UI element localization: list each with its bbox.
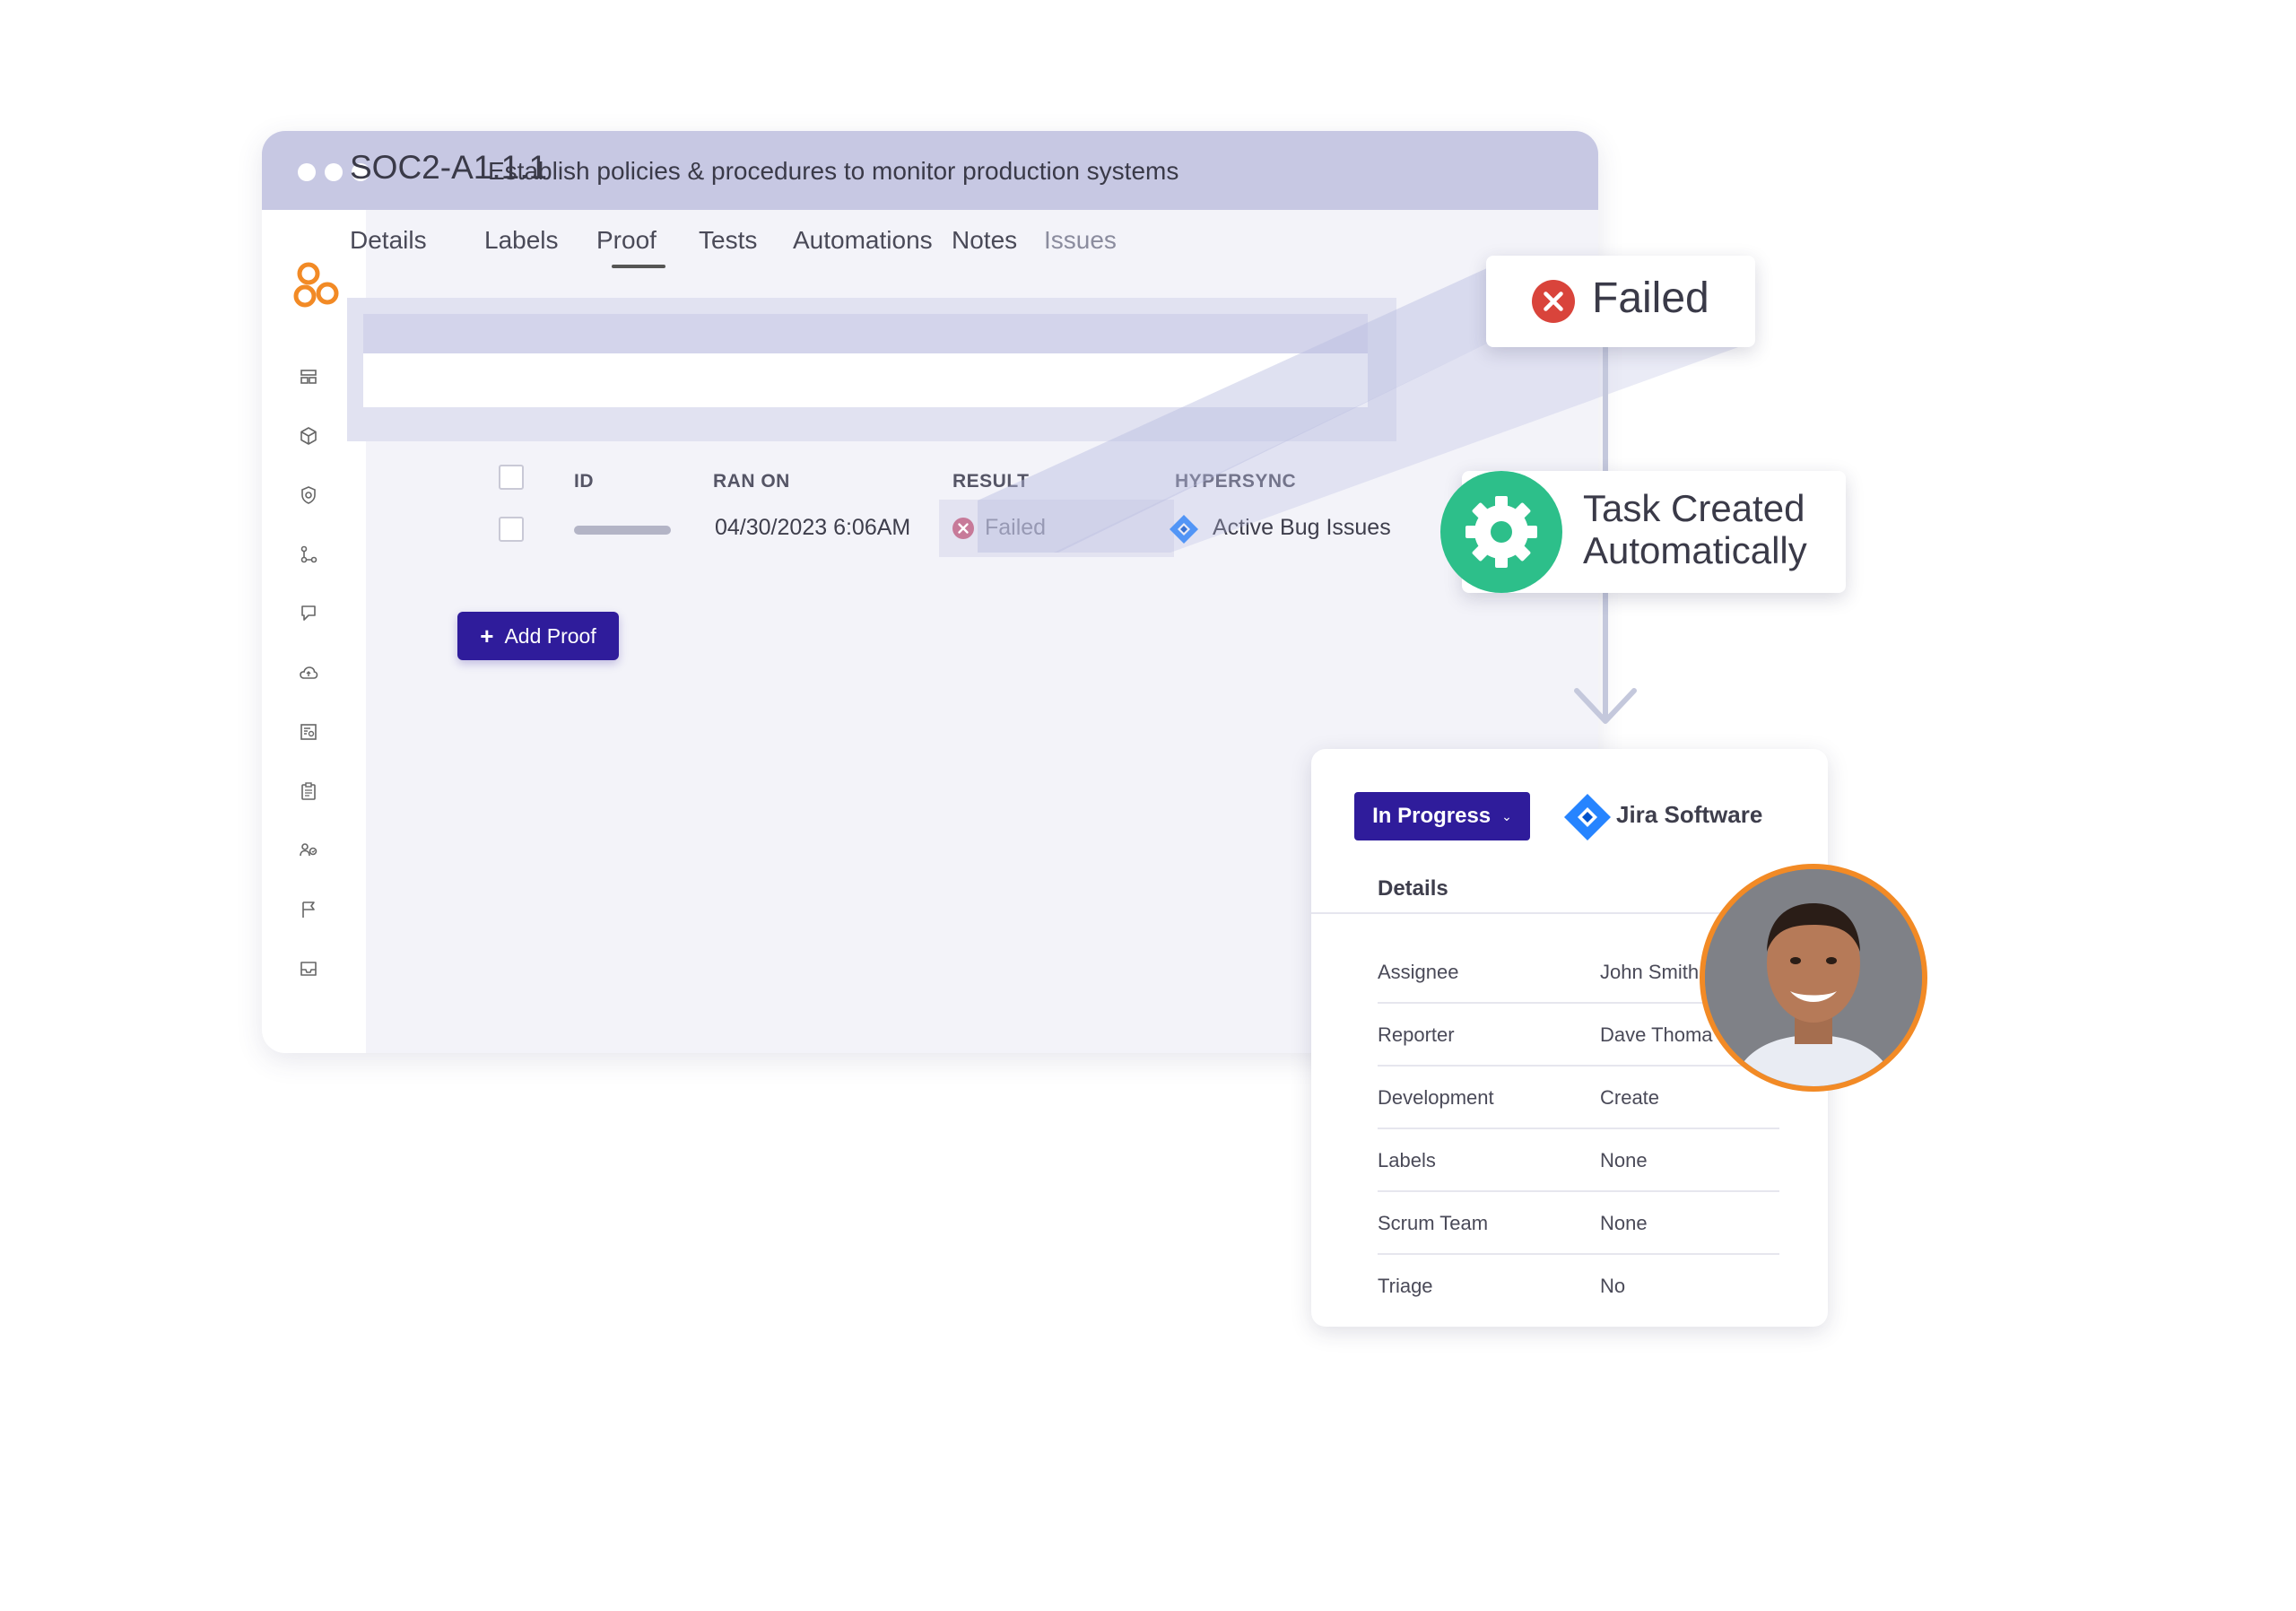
row-checkbox[interactable]	[499, 517, 524, 542]
shield-icon	[301, 486, 316, 504]
report-icon	[300, 724, 317, 740]
task-created-line-1: Task Created	[1583, 487, 1805, 529]
failed-callout: Failed	[1486, 256, 1755, 347]
sidebar-item-policies[interactable]	[298, 603, 319, 624]
flag-icon	[302, 901, 315, 918]
sidebar-item-audits[interactable]	[298, 780, 319, 802]
tab-tests[interactable]: Tests	[699, 226, 757, 255]
active-tab-indicator	[612, 265, 665, 268]
sidebar-item-reports[interactable]	[298, 721, 319, 743]
jira-icon	[1168, 513, 1200, 545]
control-description: Establish policies & procedures to monit…	[488, 157, 1179, 185]
plus-icon: +	[480, 623, 494, 649]
details-heading: Details	[1378, 876, 1448, 901]
tab-proof[interactable]: Proof	[596, 226, 657, 255]
sidebar-item-people[interactable]	[298, 840, 319, 861]
add-proof-button[interactable]: + Add Proof	[457, 612, 619, 660]
field-value-triage[interactable]: No	[1600, 1275, 1625, 1298]
field-value-scrum-team[interactable]: None	[1600, 1212, 1648, 1235]
tab-details[interactable]: Details	[350, 226, 427, 255]
field-value-labels[interactable]: None	[1600, 1149, 1648, 1172]
sidebar-item-controls[interactable]	[298, 484, 319, 506]
assignee-avatar[interactable]	[1700, 864, 1927, 1092]
row-ran-on: 04/30/2023 6:06AM	[715, 515, 911, 540]
window-close-dot[interactable]	[298, 163, 316, 181]
sidebar-item-risks[interactable]	[298, 899, 319, 920]
cloud-icon	[300, 666, 318, 679]
field-value-assignee[interactable]: John Smith	[1600, 961, 1699, 984]
column-header-id[interactable]: ID	[574, 471, 594, 492]
tab-issues[interactable]: Issues	[1044, 226, 1117, 255]
field-divider	[1378, 1128, 1779, 1129]
sidebar-item-cloud[interactable]	[298, 662, 319, 684]
field-label-labels: Labels	[1378, 1149, 1436, 1171]
workflow-icon	[300, 545, 317, 563]
field-label-assignee: Assignee	[1378, 961, 1459, 983]
window-minimize-dot[interactable]	[325, 163, 343, 181]
gear-icon	[1465, 496, 1537, 568]
field-divider	[1378, 1253, 1779, 1255]
table-header	[363, 314, 1368, 353]
field-value-development[interactable]: Create	[1600, 1086, 1659, 1110]
row-hypersync[interactable]: Active Bug Issues	[1213, 515, 1391, 541]
tests-table	[347, 298, 1396, 441]
dashboard-icon	[300, 370, 317, 384]
column-header-hypersync[interactable]: HYPERSYNC	[1175, 471, 1296, 492]
failed-x-circle-icon	[1531, 279, 1576, 324]
sidebar-item-assets[interactable]	[298, 425, 319, 447]
tab-automations[interactable]: Automations	[793, 226, 933, 255]
row-id-placeholder	[574, 526, 671, 535]
task-created-label: Task Created Automatically	[1583, 487, 1807, 571]
select-all-checkbox[interactable]	[499, 465, 524, 490]
jira-logo-icon	[1562, 792, 1613, 842]
cube-icon	[300, 427, 317, 445]
bookmark-icon	[301, 605, 316, 621]
field-label-reporter: Reporter	[1378, 1023, 1455, 1046]
field-divider	[1378, 1190, 1779, 1192]
field-label-development: Development	[1378, 1086, 1494, 1109]
sidebar-item-dashboard[interactable]	[298, 366, 319, 388]
field-label-scrum-team: Scrum Team	[1378, 1212, 1489, 1234]
row-result: Failed	[985, 515, 1047, 540]
field-divider	[1378, 1065, 1779, 1067]
tab-notes[interactable]: Notes	[952, 226, 1017, 255]
gear-badge	[1440, 471, 1562, 593]
clipboard-icon	[301, 782, 316, 800]
person-photo	[1705, 869, 1922, 1086]
sidebar-item-inbox[interactable]	[298, 958, 319, 980]
inbox-icon	[300, 962, 317, 976]
status-label: In Progress	[1372, 804, 1492, 828]
brand-logo-icon[interactable]	[292, 260, 343, 310]
tab-labels[interactable]: Labels	[484, 226, 559, 255]
field-label-triage: Triage	[1378, 1275, 1433, 1297]
jira-brand-name: Jira Software	[1616, 801, 1763, 828]
column-header-result[interactable]: RESULT	[952, 471, 1029, 492]
chevron-down-icon: ⌄	[1501, 808, 1512, 823]
field-value-reporter[interactable]: Dave Thoma	[1600, 1023, 1713, 1047]
failed-x-icon	[952, 517, 975, 540]
table-row[interactable]	[363, 353, 1368, 407]
add-proof-label: Add Proof	[504, 623, 596, 648]
sidebar-item-workflow[interactable]	[298, 544, 319, 565]
people-icon	[300, 843, 317, 857]
failed-callout-label: Failed	[1592, 274, 1709, 322]
column-header-ran-on[interactable]: RAN ON	[713, 471, 790, 492]
task-created-line-2: Automatically	[1583, 529, 1807, 571]
status-dropdown[interactable]: In Progress ⌄	[1354, 792, 1530, 840]
